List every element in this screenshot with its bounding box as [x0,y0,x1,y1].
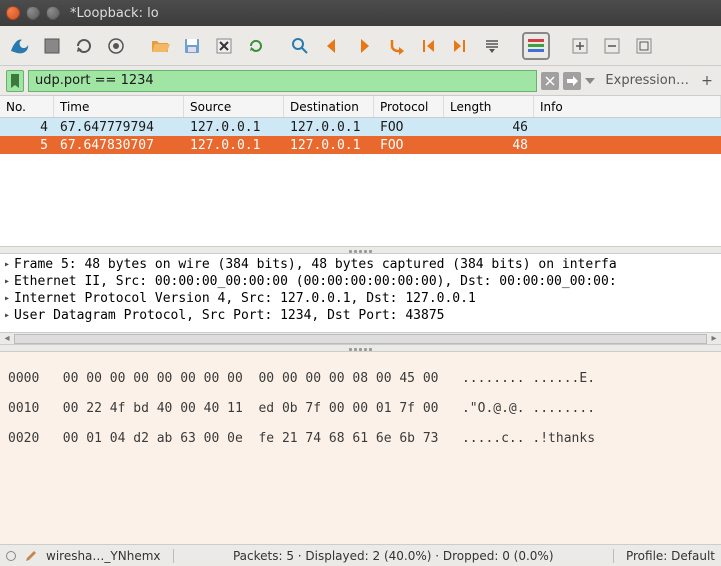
minimize-window-button[interactable] [26,6,40,20]
packet-details-pane[interactable]: ▸Frame 5: 48 bytes on wire (384 bits), 4… [0,254,721,332]
filter-bar: Expression… + [0,66,721,96]
cell-time: 67.647830707 [54,138,184,153]
go-last-button[interactable] [446,32,474,60]
zoom-in-button[interactable] [566,32,594,60]
hex-ascii: .....c.. .!thanks [462,431,595,446]
tree-label: Internet Protocol Version 4, Src: 127.0.… [14,291,476,306]
column-destination[interactable]: Destination [284,96,374,117]
column-protocol[interactable]: Protocol [374,96,444,117]
reload-file-button[interactable] [242,32,270,60]
open-file-button[interactable] [146,32,174,60]
hex-row[interactable]: 0020 00 01 04 d2 ab 63 00 0e fe 21 74 68… [8,431,713,446]
expert-info-button[interactable] [6,551,16,561]
hex-row[interactable]: 0000 00 00 00 00 00 00 00 00 00 00 00 00… [8,371,713,386]
filter-bookmark-button[interactable] [6,70,24,92]
tree-item[interactable]: ▸Internet Protocol Version 4, Src: 127.0… [4,290,717,307]
zoom-out-button[interactable] [598,32,626,60]
packet-stats-label: Packets: 5 · Displayed: 2 (40.0%) · Drop… [186,549,601,563]
hex-ascii: ........ ......E. [462,371,595,386]
maximize-window-button[interactable] [46,6,60,20]
cell-no: 4 [0,120,54,135]
cell-proto: FOO [374,138,444,153]
hex-row[interactable]: 0010 00 22 4f bd 40 00 40 11 ed 0b 7f 00… [8,401,713,416]
column-info[interactable]: Info [534,96,721,117]
pane-divider-1[interactable] [0,246,721,254]
expand-icon[interactable]: ▸ [4,293,14,304]
restart-capture-button[interactable] [70,32,98,60]
scroll-track[interactable] [14,334,707,344]
titlebar: *Loopback: lo [0,0,721,26]
packet-row[interactable]: 4 67.647779794 127.0.0.1 127.0.0.1 FOO 4… [0,118,721,136]
cell-src: 127.0.0.1 [184,120,284,135]
cell-src: 127.0.0.1 [184,138,284,153]
display-filter-input[interactable] [28,70,537,92]
hex-offset: 0010 [8,401,39,416]
expand-icon[interactable]: ▸ [4,310,14,321]
go-next-button[interactable] [350,32,378,60]
tree-scrollbar[interactable]: ◂ ▸ [0,332,721,344]
find-packet-button[interactable] [286,32,314,60]
hex-ascii: ."O.@.@. ........ [462,401,595,416]
expression-button[interactable]: Expression… [599,73,695,88]
stop-capture-button[interactable] [38,32,66,60]
scroll-left-icon[interactable]: ◂ [0,333,14,344]
edit-capture-icon[interactable] [24,549,38,563]
capture-options-button[interactable] [102,32,130,60]
hex-offset: 0020 [8,431,39,446]
cell-len: 48 [444,138,534,153]
go-first-button[interactable] [414,32,442,60]
cell-len: 46 [444,120,534,135]
hex-bytes: 00 22 4f bd 40 00 40 11 ed 0b 7f 00 00 0… [63,401,439,416]
tree-label: User Datagram Protocol, Src Port: 1234, … [14,308,444,323]
expand-icon[interactable]: ▸ [4,276,14,287]
column-no[interactable]: No. [0,96,54,117]
tree-label: Frame 5: 48 bytes on wire (384 bits), 48… [14,257,617,272]
clear-filter-button[interactable] [541,72,559,90]
start-capture-button[interactable] [6,32,34,60]
hex-bytes: 00 01 04 d2 ab 63 00 0e fe 21 74 68 61 6… [63,431,439,446]
window-title: *Loopback: lo [70,6,159,21]
pane-divider-2[interactable] [0,344,721,352]
cell-time: 67.647779794 [54,120,184,135]
filter-dropdown-icon[interactable] [585,76,595,86]
go-previous-button[interactable] [318,32,346,60]
packet-row[interactable]: └ 5 67.647830707 127.0.0.1 127.0.0.1 FOO… [0,136,721,154]
expand-icon[interactable]: ▸ [4,259,14,270]
scroll-right-icon[interactable]: ▸ [707,333,721,344]
close-window-button[interactable] [6,6,20,20]
tree-item[interactable]: ▸User Datagram Protocol, Src Port: 1234,… [4,307,717,324]
tree-label: Ethernet II, Src: 00:00:00_00:00:00 (00:… [14,274,617,289]
cell-proto: FOO [374,120,444,135]
packet-bytes-pane[interactable]: 0000 00 00 00 00 00 00 00 00 00 00 00 00… [0,352,721,544]
jump-to-button[interactable] [382,32,410,60]
packet-list-header: No. Time Source Destination Protocol Len… [0,96,721,118]
main-toolbar [0,26,721,66]
save-file-button[interactable] [178,32,206,60]
cell-dst: 127.0.0.1 [284,138,374,153]
close-file-button[interactable] [210,32,238,60]
packet-list[interactable]: 4 67.647779794 127.0.0.1 127.0.0.1 FOO 4… [0,118,721,246]
hex-offset: 0000 [8,371,39,386]
column-time[interactable]: Time [54,96,184,117]
status-bar: wiresha…_YNhemx Packets: 5 · Displayed: … [0,544,721,566]
cell-dst: 127.0.0.1 [284,120,374,135]
zoom-reset-button[interactable] [630,32,658,60]
column-length[interactable]: Length [444,96,534,117]
current-row-marker: └ [0,140,14,151]
tree-item[interactable]: ▸Ethernet II, Src: 00:00:00_00:00:00 (00… [4,273,717,290]
apply-filter-button[interactable] [563,72,581,90]
hex-bytes: 00 00 00 00 00 00 00 00 00 00 00 00 08 0… [63,371,439,386]
tree-item[interactable]: ▸Frame 5: 48 bytes on wire (384 bits), 4… [4,256,717,273]
window-controls [6,6,60,20]
capture-file-label[interactable]: wiresha…_YNhemx [46,549,161,563]
colorize-button[interactable] [522,32,550,60]
column-source[interactable]: Source [184,96,284,117]
add-filter-button[interactable]: + [699,73,715,89]
autoscroll-button[interactable] [478,32,506,60]
profile-label[interactable]: Profile: Default [626,549,715,563]
